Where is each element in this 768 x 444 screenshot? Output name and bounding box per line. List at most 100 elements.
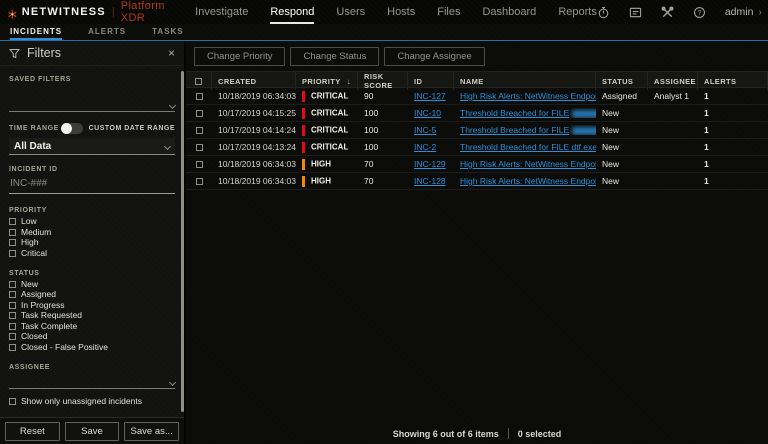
close-icon[interactable]: ×: [168, 47, 175, 59]
checkbox-unchecked[interactable]: [9, 301, 16, 309]
checkbox-unchecked[interactable]: [9, 291, 16, 298]
incident-id-link[interactable]: INC-10: [414, 108, 441, 118]
reset-button[interactable]: Reset: [5, 421, 60, 441]
checkbox-unchecked[interactable]: [9, 239, 16, 246]
topnav-item-users[interactable]: Users: [336, 0, 365, 24]
status-option-in-progress[interactable]: In Progress: [9, 300, 175, 310]
incident-id-link[interactable]: INC-127: [414, 91, 446, 101]
table-row[interactable]: 10/18/2019 06:34:03 pm CRITICAL 90 INC-127 H…: [186, 88, 768, 105]
filters-scrollbar[interactable]: [181, 71, 184, 412]
row-checkbox[interactable]: [195, 126, 203, 134]
saved-filters-dropdown[interactable]: [9, 97, 177, 112]
checkbox-unchecked[interactable]: [9, 312, 16, 319]
priority-cell: HIGH: [296, 158, 358, 170]
jobs-panel-icon[interactable]: [629, 6, 642, 19]
incident-id-link[interactable]: INC-128: [414, 176, 446, 186]
assignee-dropdown[interactable]: [9, 374, 177, 389]
netwitness-logo: NETWITNESS | Platform XDR: [8, 0, 169, 24]
name-cell: Threshold Breached for FILE dtf.exe: [454, 142, 596, 152]
status-option-assigned[interactable]: Assigned: [9, 290, 175, 299]
incident-id-link[interactable]: INC-2: [414, 142, 436, 152]
filter-funnel-icon: [9, 48, 20, 59]
priority-cell: CRITICAL: [296, 124, 358, 136]
incident-id-input[interactable]: [9, 175, 175, 194]
row-checkbox[interactable]: [195, 109, 203, 117]
checkbox-unchecked[interactable]: [9, 218, 16, 225]
checkbox-unchecked[interactable]: [9, 249, 16, 257]
priority-option-critical[interactable]: Critical: [9, 248, 175, 258]
tab-incidents[interactable]: INCIDENTS: [10, 24, 63, 40]
priority-cell: CRITICAL: [296, 107, 358, 119]
incident-name-link[interactable]: High Risk Alerts: NetWitness Endpoint fo…: [460, 159, 596, 169]
id-cell: INC-127: [408, 91, 454, 101]
incident-id-link[interactable]: INC-129: [414, 159, 446, 169]
checkbox-unchecked[interactable]: [9, 280, 16, 288]
top-navigation: NETWITNESS | Platform XDR Investigate Res…: [0, 0, 768, 24]
risk-score-cell: 100: [364, 142, 379, 152]
topnav-item-hosts[interactable]: Hosts: [387, 0, 415, 24]
incident-name-link[interactable]: Threshold Breached for FILE dtf.exe: [460, 142, 596, 152]
user-name: admin: [724, 6, 754, 18]
save-as-button[interactable]: Save as...: [124, 421, 180, 441]
brand-name: NETWITNESS: [21, 6, 106, 18]
save-button[interactable]: Save: [64, 421, 120, 441]
select-all-checkbox[interactable]: [195, 77, 202, 85]
topnav-right: ? admin ›: [597, 6, 762, 19]
priority-cell: HIGH: [296, 175, 358, 187]
topnav-item-reports[interactable]: Reports: [558, 0, 597, 24]
checkbox-unchecked[interactable]: [9, 343, 16, 351]
tab-tasks[interactable]: TASKS: [152, 24, 184, 40]
user-menu[interactable]: admin ›: [725, 6, 762, 18]
topnav-item-files[interactable]: Files: [437, 0, 460, 24]
column-header-name[interactable]: NAME: [454, 72, 596, 90]
change-status-button[interactable]: Change Status: [290, 47, 380, 66]
time-range-select[interactable]: All Data: [9, 138, 175, 155]
column-header-id[interactable]: ID: [408, 72, 454, 90]
table-row[interactable]: 10/18/2019 06:34:03 pm HIGH 70 INC-128 High …: [186, 173, 768, 190]
status-option-closed-false-positive[interactable]: Closed - False Positive: [9, 342, 175, 352]
table-row[interactable]: 10/17/2019 04:15:25 pm CRITICAL 100 INC-10 T…: [186, 105, 768, 122]
assignee-option-show-only-unassigned-incidents[interactable]: Show only unassigned incidents: [9, 396, 175, 406]
priority-option-high[interactable]: High: [9, 238, 175, 247]
change-priority-button[interactable]: Change Priority: [194, 47, 286, 66]
column-header-status[interactable]: STATUS: [596, 72, 648, 90]
checkbox-unchecked[interactable]: [9, 333, 16, 340]
stopwatch-icon[interactable]: [597, 6, 610, 19]
table-row[interactable]: 10/17/2019 04:13:24 pm CRITICAL 100 INC-2 Th…: [186, 139, 768, 156]
incident-name-link[interactable]: Threshold Breached for FILE: [460, 108, 569, 118]
column-header-alerts[interactable]: ALERTS: [698, 72, 768, 90]
topnav-item-dashboard[interactable]: Dashboard: [482, 0, 536, 24]
row-checkbox[interactable]: [195, 92, 203, 100]
status-option-new[interactable]: New: [9, 279, 175, 289]
column-header-priority[interactable]: PRIORITY ↓: [296, 72, 358, 90]
priority-option-low[interactable]: Low: [9, 217, 175, 226]
topnav-item-respond[interactable]: Respond: [270, 0, 315, 24]
checkbox-unchecked[interactable]: [9, 228, 16, 236]
tab-alerts[interactable]: ALERTS: [88, 24, 126, 40]
admin-tools-icon[interactable]: [661, 6, 674, 19]
checkbox-unchecked[interactable]: [9, 322, 16, 330]
incident-name-link[interactable]: Threshold Breached for FILE: [460, 125, 569, 135]
status-option-task-requested[interactable]: Task Requested: [9, 311, 175, 320]
priority-option-medium[interactable]: Medium: [9, 227, 175, 237]
table-row[interactable]: 10/18/2019 06:34:03 pm HIGH 70 INC-129 High …: [186, 156, 768, 173]
incident-name-link[interactable]: High Risk Alerts: NetWitness Endpoint fo…: [460, 176, 596, 186]
table-row[interactable]: 10/17/2019 04:14:24 pm CRITICAL 100 INC-5 Th…: [186, 122, 768, 139]
column-header-created[interactable]: CREATED: [212, 72, 296, 90]
row-checkbox-cell: [186, 126, 212, 134]
column-header-assignee[interactable]: ASSIGNEE: [648, 72, 698, 90]
incident-name-link[interactable]: High Risk Alerts: NetWitness Endpoint fo…: [460, 91, 596, 101]
status-option-label: Assigned: [21, 289, 56, 299]
change-assignee-button[interactable]: Change Assignee: [384, 47, 485, 66]
checkbox-unchecked[interactable]: [9, 397, 16, 405]
help-icon[interactable]: ?: [693, 6, 706, 19]
custom-date-range-toggle[interactable]: [60, 123, 83, 134]
status-option-task-complete[interactable]: Task Complete: [9, 321, 175, 331]
topnav-item-investigate[interactable]: Investigate: [195, 0, 248, 24]
status-option-closed[interactable]: Closed: [9, 332, 175, 341]
row-checkbox[interactable]: [195, 160, 203, 168]
column-header-risk-score[interactable]: RISK SCORE: [358, 72, 408, 90]
row-checkbox[interactable]: [195, 177, 203, 185]
incident-id-link[interactable]: INC-5: [414, 125, 436, 135]
row-checkbox[interactable]: [195, 143, 203, 151]
